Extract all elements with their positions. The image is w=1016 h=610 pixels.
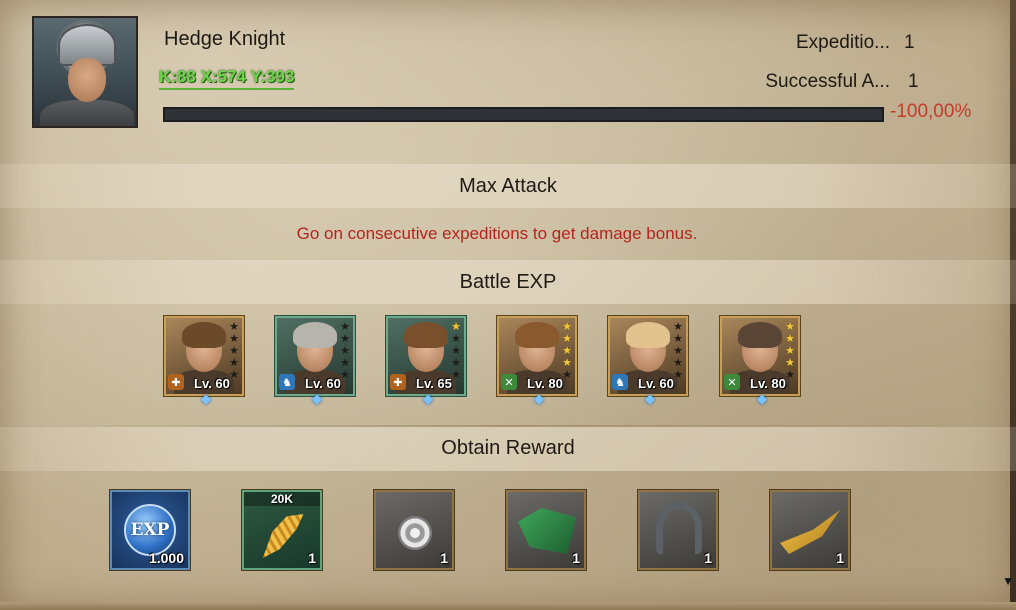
rank-gem-icon: ◆ [645,391,655,406]
horse-icon: ♞ [612,374,628,390]
expeditions-value: 1 [904,32,915,53]
crossed-spears-icon: ✕ [501,374,517,390]
star-icon: ★ [340,357,350,369]
star-icon: ★ [229,369,239,381]
successful-attacks-value: 1 [908,71,919,92]
star-icon: ★ [673,345,683,357]
panel-edge [1010,0,1016,610]
horseshoe-icon [656,502,702,554]
rank-gem-icon: ◆ [757,391,767,406]
star-icon: ★ [785,369,795,381]
successful-attacks-label: Successful A... [765,71,890,92]
corner-arrow-icon: ▼ [1002,574,1014,588]
reward-count: 1.000 [148,550,184,566]
star-rating: ★ ★ ★ ★ ★ [340,321,350,381]
exp-reward[interactable]: EXP 1.000 [110,490,190,570]
obtain-reward-title: Obtain Reward [441,437,575,459]
star-rating: ★ ★ ★ ★ ★ [673,321,683,381]
star-icon: ★ [451,345,461,357]
star-icon: ★ [451,321,461,333]
star-rating: ★ ★ ★ ★ ★ [562,321,572,381]
rank-gem-icon: ◆ [423,391,433,406]
hero-card[interactable]: ★ ★ ★ ★ ★ ✚ Lv. 60 ◆ [164,316,244,406]
hero-level: Lv. 60 [638,376,674,391]
rank-gem-icon: ◆ [534,391,544,406]
expeditions-label: Expeditio... [796,32,890,53]
progress-percent: -100,00% [890,101,972,122]
star-icon: ★ [562,345,572,357]
hero-level: Lv. 65 [416,376,452,391]
star-icon: ★ [785,345,795,357]
star-icon: ★ [562,321,572,333]
star-icon: ★ [562,369,572,381]
star-icon: ★ [562,357,572,369]
star-icon: ★ [673,321,683,333]
star-icon: ★ [340,369,350,381]
rose-reward[interactable]: 1 [374,490,454,570]
rose-icon [398,516,432,550]
wheat-reward[interactable]: 20K 1 [242,490,322,570]
star-icon: ★ [785,357,795,369]
cloth-reward[interactable]: 1 [506,490,586,570]
star-icon: ★ [340,333,350,345]
bonus-message: Go on consecutive expeditions to get dam… [296,224,698,243]
exp-icon: EXP [124,504,176,556]
hero-level: Lv. 60 [305,376,341,391]
reward-count: 1 [836,550,844,566]
battle-exp-title: Battle EXP [459,271,557,293]
hero-level: Lv. 80 [750,376,786,391]
panel-bottom-edge [0,602,1016,610]
star-icon: ★ [229,357,239,369]
crossed-spears-icon: ✕ [724,374,740,390]
quill-icon [780,510,840,554]
star-icon: ★ [673,333,683,345]
star-icon: ★ [229,345,239,357]
horseshoe-reward[interactable]: 1 [638,490,718,570]
hero-card[interactable]: ★ ★ ★ ★ ★ ♞ Lv. 60 ◆ [275,316,355,406]
star-icon: ★ [673,369,683,381]
hero-card[interactable]: ★ ★ ★ ★ ★ ✚ Lv. 65 ◆ [386,316,466,406]
rank-gem-icon: ◆ [312,391,322,406]
star-rating: ★ ★ ★ ★ ★ [229,321,239,381]
star-icon: ★ [451,357,461,369]
horse-icon: ♞ [279,374,295,390]
star-icon: ★ [785,321,795,333]
hero-level: Lv. 80 [527,376,563,391]
wheat-icon [262,514,304,558]
hero-name: Hedge Knight [164,28,286,50]
reward-count: 1 [308,550,316,566]
star-icon: ★ [673,357,683,369]
star-icon: ★ [451,333,461,345]
reward-count: 1 [440,550,448,566]
cloth-icon [518,508,576,554]
star-icon: ★ [451,369,461,381]
star-icon: ★ [562,333,572,345]
star-rating: ★ ★ ★ ★ ★ [785,321,795,381]
hero-level: Lv. 60 [194,376,230,391]
star-icon: ★ [340,321,350,333]
hero-card[interactable]: ★ ★ ★ ★ ★ ✕ Lv. 80 ◆ [720,316,800,406]
hero-card[interactable]: ★ ★ ★ ★ ★ ✕ Lv. 80 ◆ [497,316,577,406]
hero-portrait [32,16,138,128]
star-rating: ★ ★ ★ ★ ★ [451,321,461,381]
quill-reward[interactable]: 1 [770,490,850,570]
reward-count: 1 [572,550,580,566]
rank-gem-icon: ◆ [201,391,211,406]
max-attack-title: Max Attack [459,175,557,197]
star-icon: ★ [229,321,239,333]
reward-amount-tag: 20K [244,492,320,506]
star-icon: ★ [229,333,239,345]
hero-card[interactable]: ★ ★ ★ ★ ★ ♞ Lv. 60 ◆ [608,316,688,406]
star-icon: ★ [785,333,795,345]
coordinates-link[interactable]: K:88 X:574 Y:393 [159,67,295,90]
sword-cross-icon: ✚ [168,374,184,390]
reward-count: 1 [704,550,712,566]
damage-bonus-progress-bar [163,107,884,122]
sword-cross-icon: ✚ [390,374,406,390]
star-icon: ★ [340,345,350,357]
